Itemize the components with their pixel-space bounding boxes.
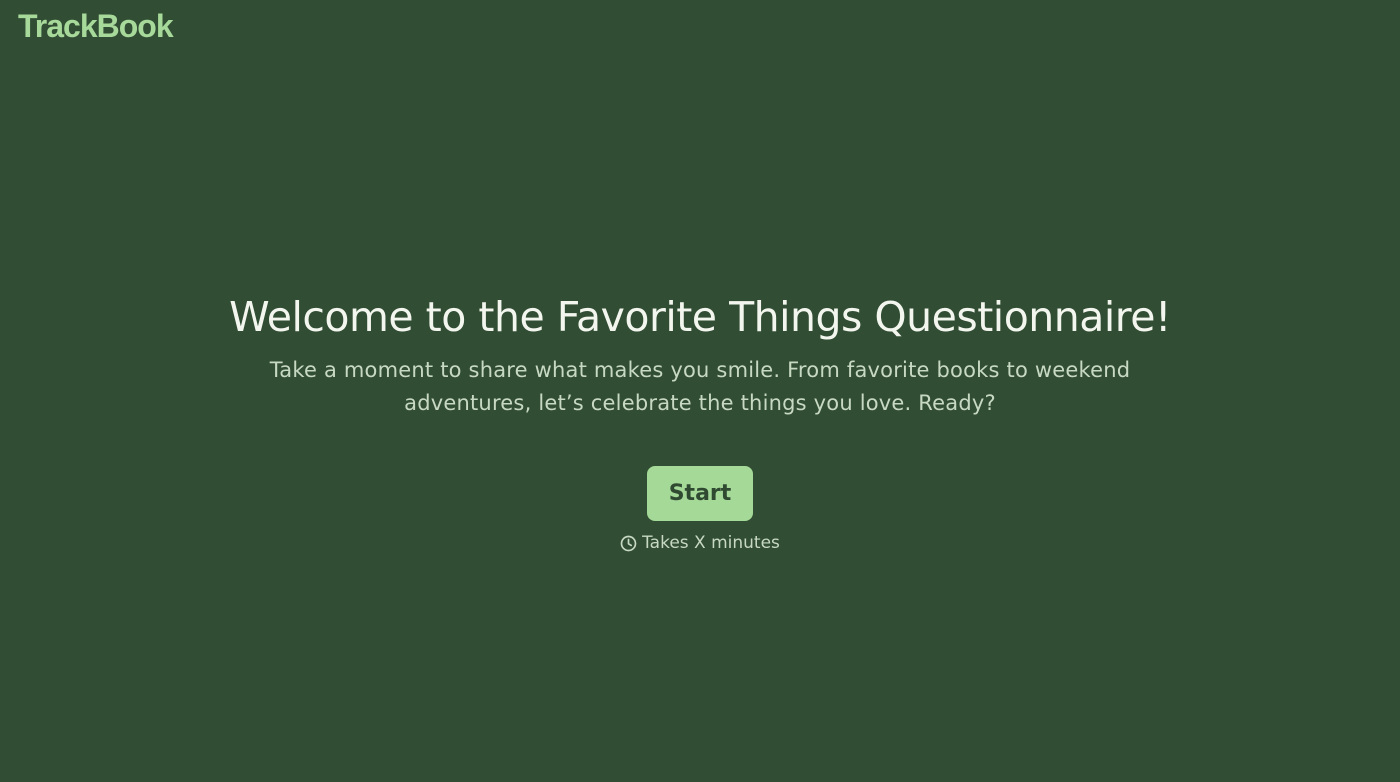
clock-icon — [620, 535, 637, 552]
start-button[interactable]: Start — [647, 466, 753, 521]
page-subtitle: Take a moment to share what makes you sm… — [269, 358, 1131, 415]
welcome-hero: Welcome to the Favorite Things Questionn… — [0, 290, 1400, 553]
trackbook-logo[interactable]: TrackBook — [18, 8, 174, 45]
duration-note: Takes X minutes — [0, 533, 1400, 553]
page-title: Welcome to the Favorite Things Questionn… — [229, 293, 1171, 341]
duration-text: Takes X minutes — [642, 533, 780, 553]
